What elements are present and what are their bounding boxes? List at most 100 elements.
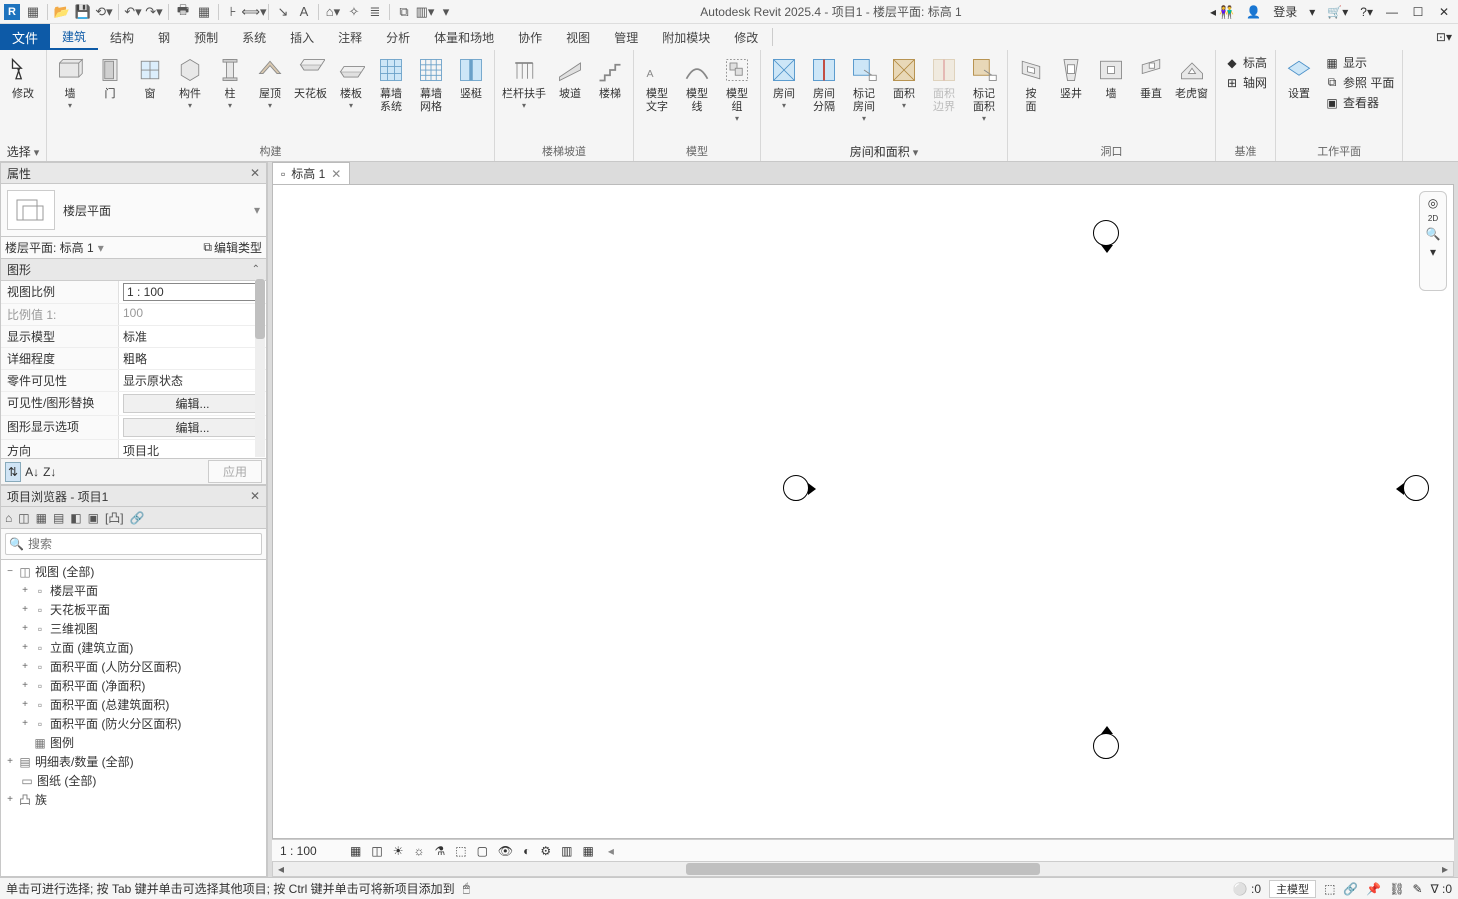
browser-schedule-icon[interactable]: ▤	[53, 511, 64, 525]
menu-architecture[interactable]: 建筑	[50, 24, 98, 50]
project-browser-tree[interactable]: −◫视图 (全部) +▫楼层平面 +▫天花板平面 +▫三维视图 +▫立面 (建筑…	[0, 560, 267, 877]
wall-button[interactable]: 墙▾	[51, 52, 89, 112]
curtain-grid-button[interactable]: 幕墙 网格	[412, 52, 450, 116]
menu-annotate[interactable]: 注释	[326, 24, 374, 50]
room-separator-button[interactable]: 房间 分隔	[805, 52, 843, 116]
props-scrollbar[interactable]	[255, 279, 265, 457]
elevation-marker-west[interactable]	[783, 475, 809, 501]
sort-za-icon[interactable]: Z↓	[43, 465, 56, 479]
graphic-opts-edit-button[interactable]: 编辑...	[123, 418, 262, 437]
scroll-right-icon[interactable]: ▸	[1437, 862, 1453, 876]
floor-button[interactable]: 楼板▾	[332, 52, 370, 112]
scroll-left-icon[interactable]: ◂	[273, 862, 289, 876]
tag-room-button[interactable]: 标记 房间▾	[845, 52, 883, 125]
align-icon[interactable]: ⊦	[224, 3, 242, 21]
browser-home-icon[interactable]: ⌂	[5, 511, 12, 525]
door-button[interactable]: 门	[91, 52, 129, 103]
ribbon-toggle-icon[interactable]: ⊡▾	[1436, 30, 1452, 44]
keyword-icon[interactable]: ◂ 👫	[1207, 5, 1237, 19]
display-model-value[interactable]: 标准	[119, 326, 266, 347]
reveal-icon[interactable]: ⚙	[540, 844, 551, 858]
roof-button[interactable]: 屋顶▾	[251, 52, 289, 112]
orientation-value[interactable]: 项目北	[119, 440, 266, 459]
sync-icon[interactable]: ⟲▾	[95, 3, 113, 21]
nav-drop-icon[interactable]: ▾	[1430, 245, 1436, 259]
steering-wheel-icon[interactable]: ◎	[1428, 196, 1438, 210]
view-scale-control[interactable]: 1 : 100	[280, 844, 340, 858]
app-store-icon[interactable]: 🛒▾	[1324, 5, 1351, 19]
tab-close-icon[interactable]: ✕	[331, 167, 341, 181]
type-drop-icon[interactable]: ▾	[254, 203, 260, 217]
qat-reference-icon[interactable]: ▦	[24, 3, 42, 21]
shaft-button[interactable]: 竖井	[1052, 52, 1090, 103]
crop-region-icon[interactable]: ▢	[477, 844, 488, 858]
browser-sheet-icon[interactable]: ▦	[36, 511, 47, 525]
status-filter-icon[interactable]: ∇ :0	[1431, 882, 1452, 896]
menu-massing[interactable]: 体量和场地	[422, 24, 506, 50]
worksets-icon[interactable]: ▥	[561, 844, 572, 858]
menu-modify[interactable]: 修改	[722, 24, 770, 50]
column-button[interactable]: 柱▾	[211, 52, 249, 112]
stair-button[interactable]: 楼梯	[591, 52, 629, 103]
unhide-icon[interactable]: 👁	[498, 844, 513, 858]
detail-level-value[interactable]: 粗略	[119, 348, 266, 369]
show-workplane-button[interactable]: ▦显示	[1321, 53, 1397, 72]
tag-area-button[interactable]: 标记 面积▾	[965, 52, 1003, 125]
status-select-icon[interactable]: ⬚	[1324, 882, 1335, 896]
close-inactive-icon[interactable]: ≣	[366, 3, 384, 21]
set-workplane-button[interactable]: 设置	[1280, 52, 1318, 103]
mullion-button[interactable]: 竖梃	[452, 52, 490, 103]
crop-view-icon[interactable]: ⬚	[455, 844, 466, 858]
elevation-marker-north[interactable]	[1093, 220, 1119, 246]
menu-view[interactable]: 视图	[554, 24, 602, 50]
tag-icon[interactable]: ↘	[274, 3, 292, 21]
menu-collab[interactable]: 协作	[506, 24, 554, 50]
menu-file[interactable]: 文件	[0, 24, 50, 50]
open-icon[interactable]: 📂	[53, 3, 71, 21]
maximize-button[interactable]: ☐	[1408, 4, 1428, 20]
menu-precast[interactable]: 预制	[182, 24, 230, 50]
browser-link-icon[interactable]: 🔗	[130, 511, 145, 525]
navigation-bar[interactable]: ◎ 2D 🔍 ▾	[1419, 191, 1447, 291]
menu-addins[interactable]: 附加模块	[650, 24, 722, 50]
help-icon[interactable]: ?▾	[1357, 5, 1376, 19]
temp-hide-icon[interactable]: ◐	[523, 844, 530, 858]
browser-search-input[interactable]	[5, 533, 262, 555]
vis-override-edit-button[interactable]: 编辑...	[123, 394, 262, 413]
modify-button[interactable]: 修改	[4, 52, 42, 103]
window-button[interactable]: 窗	[131, 52, 169, 103]
rendering-icon[interactable]: ⚗	[434, 844, 445, 858]
area-button[interactable]: 面积▾	[885, 52, 923, 112]
sort-icon[interactable]: ⇅	[5, 462, 21, 482]
vertical-opening-button[interactable]: 垂直	[1132, 52, 1170, 103]
status-constraint-icon[interactable]: ⚪ :0	[1233, 882, 1261, 896]
dim-icon[interactable]: ⟺▾	[245, 3, 263, 21]
login-drop-icon[interactable]: ▾	[1306, 5, 1318, 19]
instance-selector[interactable]: 楼层平面: 标高 1	[5, 239, 94, 256]
ceiling-button[interactable]: 天花板	[291, 52, 330, 103]
railing-button[interactable]: 栏杆扶手▾	[499, 52, 549, 112]
user-icon[interactable]: 👤	[1243, 5, 1264, 19]
close-button[interactable]: ✕	[1434, 4, 1454, 20]
menu-systems[interactable]: 系统	[230, 24, 278, 50]
menu-steel[interactable]: 钢	[146, 24, 182, 50]
browser-family-icon[interactable]: [凸]	[105, 509, 124, 526]
home-icon[interactable]: ⌂▾	[324, 3, 342, 21]
ramp-button[interactable]: 坡道	[551, 52, 589, 103]
status-link-icon[interactable]: 🔗	[1343, 882, 1358, 896]
analysis-icon[interactable]: ▦	[583, 844, 594, 858]
horizontal-scrollbar[interactable]: ◂ ▸	[272, 861, 1454, 877]
status-press-drag-icon[interactable]: 🖱	[463, 881, 470, 896]
menu-insert[interactable]: 插入	[278, 24, 326, 50]
menu-manage[interactable]: 管理	[602, 24, 650, 50]
status-highlight-icon[interactable]: ✎	[1413, 882, 1423, 896]
workplane-viewer-button[interactable]: ▣查看器	[1321, 93, 1397, 112]
dormer-button[interactable]: 老虎窗	[1172, 52, 1211, 103]
properties-close-icon[interactable]: ✕	[250, 166, 260, 180]
sun-path-icon[interactable]: ☀	[393, 844, 404, 858]
doc-tab-level1[interactable]: ▫ 标高 1 ✕	[272, 162, 350, 184]
model-group-button[interactable]: 模型 组▾	[718, 52, 756, 125]
text-icon[interactable]: A	[295, 3, 313, 21]
redo-icon[interactable]: ↷▾	[145, 3, 163, 21]
elevation-marker-east[interactable]	[1403, 475, 1429, 501]
